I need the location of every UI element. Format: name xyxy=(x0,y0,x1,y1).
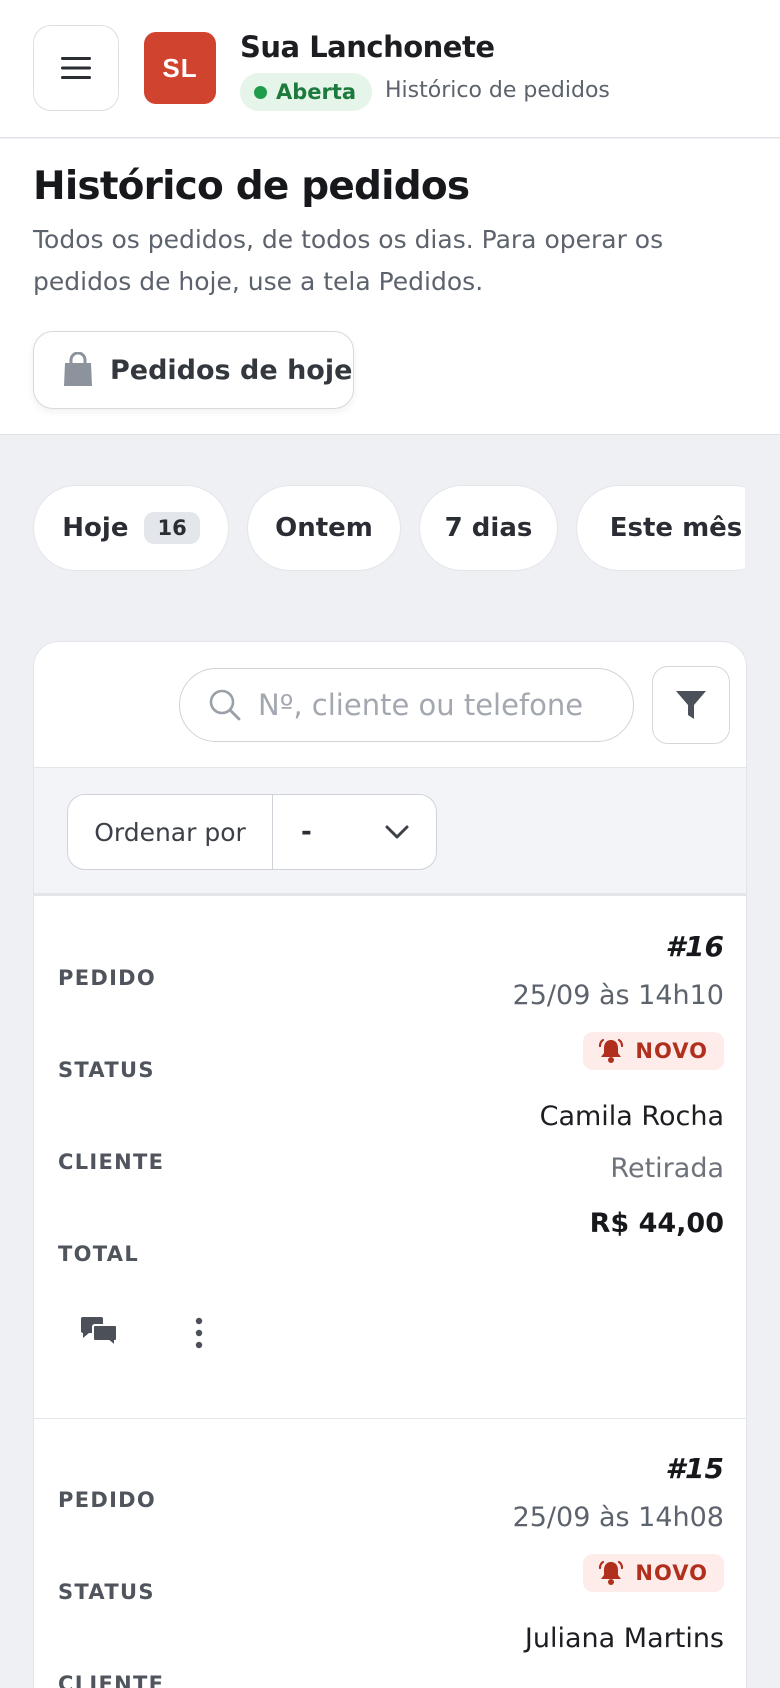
status-dot-icon xyxy=(254,85,267,99)
order-number: #16 xyxy=(665,930,724,963)
breadcrumb: Histórico de pedidos xyxy=(385,78,610,103)
status-badge: NOVO xyxy=(583,1032,724,1070)
shopping-bag-icon xyxy=(64,352,92,386)
search-row xyxy=(34,642,746,768)
order-number-label: PEDIDO xyxy=(58,966,157,990)
sort-select[interactable]: - xyxy=(273,795,436,869)
chevron-down-icon xyxy=(385,825,409,839)
search-box[interactable] xyxy=(179,668,634,742)
chat-bubbles-icon xyxy=(81,1317,118,1349)
order-datetime: 25/09 às 14h10 xyxy=(512,980,724,1011)
order-row[interactable]: PEDIDO #15 25/09 às 14h08 STATUS NOVO CL… xyxy=(34,1420,746,1688)
today-orders-label: Pedidos de hoje xyxy=(110,354,353,386)
search-input[interactable] xyxy=(258,688,618,722)
order-status-label: STATUS xyxy=(58,1580,155,1604)
orders-card: Ordenar por - PEDIDO #16 25/09 às 14h10 … xyxy=(33,641,747,1688)
order-status-label: STATUS xyxy=(58,1058,155,1082)
sort-control: Ordenar por - xyxy=(67,794,437,870)
customer-delivery-type: Retirada xyxy=(610,1153,724,1184)
chip-this-month-label: Este mês xyxy=(609,513,743,543)
more-options-button[interactable] xyxy=(184,1308,214,1358)
chip-this-month[interactable]: Este mês xyxy=(576,485,745,571)
chip-yesterday[interactable]: Ontem xyxy=(247,485,401,571)
status-label: NOVO xyxy=(635,1561,708,1585)
store-name: Sua Lanchonete xyxy=(240,30,495,64)
period-filter-chips: Hoje 16 Ontem 7 dias Este mês xyxy=(33,485,745,571)
chat-button[interactable] xyxy=(74,1308,124,1358)
bell-ringing-icon xyxy=(599,1560,624,1585)
chip-today-count: 16 xyxy=(144,512,200,544)
order-number-label: PEDIDO xyxy=(58,1488,157,1512)
today-orders-button[interactable]: Pedidos de hoje xyxy=(33,331,354,409)
customer-name: Camila Rocha xyxy=(539,1101,724,1132)
order-total-label: TOTAL xyxy=(58,1242,140,1266)
hamburger-menu-icon xyxy=(61,57,91,79)
chip-today[interactable]: Hoje 16 xyxy=(33,485,229,571)
filter-button[interactable] xyxy=(652,666,730,744)
filter-funnel-icon xyxy=(676,691,706,719)
page-intro: Histórico de pedidos Todos os pedidos, d… xyxy=(0,139,780,435)
page-title: Histórico de pedidos xyxy=(33,164,470,209)
sort-label: Ordenar por xyxy=(68,795,273,869)
app-header: SL Sua Lanchonete Aberta Histórico de pe… xyxy=(0,0,780,138)
store-open-label: Aberta xyxy=(276,80,357,104)
order-datetime: 25/09 às 14h08 xyxy=(512,1502,724,1533)
order-total: R$ 44,00 xyxy=(589,1208,724,1239)
chip-today-label: Hoje xyxy=(62,513,129,543)
more-vertical-icon xyxy=(195,1317,203,1349)
chip-7-days-label: 7 dias xyxy=(444,513,533,543)
search-icon xyxy=(209,689,241,721)
order-customer-label: CLIENTE xyxy=(58,1150,165,1174)
order-customer-label: CLIENTE xyxy=(58,1672,165,1688)
store-open-badge: Aberta xyxy=(240,73,373,111)
customer-name: Juliana Martins xyxy=(524,1623,724,1654)
status-badge: NOVO xyxy=(583,1554,724,1592)
store-avatar: SL xyxy=(144,32,216,104)
chip-7-days[interactable]: 7 dias xyxy=(419,485,558,571)
order-number: #15 xyxy=(665,1452,724,1485)
page-description: Todos os pedidos, de todos os dias. Para… xyxy=(33,225,664,296)
sort-row: Ordenar por - xyxy=(34,768,746,896)
menu-button[interactable] xyxy=(33,25,119,111)
bell-ringing-icon xyxy=(599,1038,624,1063)
sort-selected-value: - xyxy=(301,817,312,847)
chip-yesterday-label: Ontem xyxy=(275,513,373,543)
order-row[interactable]: PEDIDO #16 25/09 às 14h10 STATUS NOVO CL… xyxy=(34,898,746,1419)
status-label: NOVO xyxy=(635,1039,708,1063)
